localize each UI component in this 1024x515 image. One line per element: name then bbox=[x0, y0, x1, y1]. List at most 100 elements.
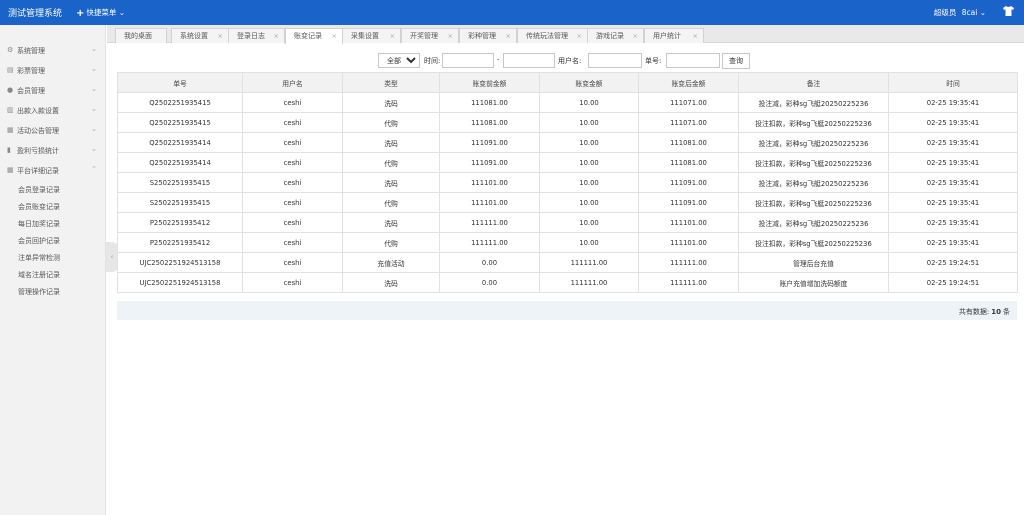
table-row: S2502251935415 ceshi 洗码 111101.00 10.00 … bbox=[117, 172, 1018, 193]
tab-collection-settings[interactable]: 采集设置 × bbox=[342, 28, 401, 43]
total-count-display: 共有数据: 10 条 bbox=[959, 307, 1010, 317]
sidebar-item-lottery[interactable]: ▤ 彩票管理 ⌄ bbox=[0, 60, 106, 80]
close-icon[interactable]: × bbox=[577, 29, 582, 43]
table-cell: S2502251935415 bbox=[117, 192, 243, 213]
table-row: P2502251935412 ceshi 洗码 111111.00 10.00 … bbox=[117, 212, 1018, 233]
sidebar-subitem-anomaly-check[interactable]: 注单异常检测 bbox=[18, 253, 60, 263]
table-cell: 洗码 bbox=[342, 272, 440, 293]
tab-login-log[interactable]: 登录日志 × bbox=[228, 28, 285, 43]
tab-user-stats[interactable]: 用户统计 × bbox=[644, 28, 704, 43]
table-cell: 充值活动 bbox=[342, 252, 440, 273]
tab-classic-play[interactable]: 传统玩法管理 × bbox=[517, 28, 588, 43]
chevron-down-icon: ⌄ bbox=[91, 105, 97, 113]
sidebar-subitem-protect-records[interactable]: 会员回护记录 bbox=[18, 236, 60, 246]
grid-icon: ▦ bbox=[7, 126, 14, 134]
total-count: 10 bbox=[991, 308, 1001, 316]
table-cell: 111111.00 bbox=[439, 212, 540, 233]
close-icon[interactable]: × bbox=[332, 29, 337, 43]
sidebar-item-label: 盈利亏损统计 bbox=[17, 147, 59, 155]
tab-game-records[interactable]: 游戏记录 × bbox=[587, 28, 644, 43]
user-name: 8cai bbox=[961, 8, 978, 17]
close-icon[interactable]: × bbox=[693, 29, 698, 43]
table-cell: 111091.00 bbox=[439, 152, 540, 173]
type-select[interactable]: 全部 bbox=[378, 53, 420, 68]
table-cell: 02-25 19:35:41 bbox=[888, 152, 1018, 173]
user-menu[interactable]: 超级员 8cai ⌄ bbox=[934, 7, 986, 18]
total-label: 共有数据: bbox=[958, 308, 990, 316]
close-icon[interactable]: × bbox=[633, 29, 638, 43]
tab-lottery-types[interactable]: 彩种管理 × bbox=[459, 28, 517, 43]
column-header: 单号 bbox=[117, 72, 243, 93]
table-cell: P2502251935412 bbox=[117, 232, 243, 253]
chevron-down-icon: ⌄ bbox=[91, 45, 97, 53]
table-row: UJC2502251924513158 ceshi 洗码 0.00 111111… bbox=[117, 272, 1018, 293]
table-cell: 10.00 bbox=[539, 132, 639, 153]
table-cell: ceshi bbox=[242, 272, 343, 293]
table-cell: Q2502251935414 bbox=[117, 132, 243, 153]
table-cell: 10.00 bbox=[539, 212, 639, 233]
table-cell: 投注减，彩种sg飞艇20250225236 bbox=[738, 92, 889, 113]
sidebar-item-payment[interactable]: ▥ 出款入款设置 ⌄ bbox=[0, 100, 106, 120]
column-header: 账变金额 bbox=[539, 72, 639, 93]
table-cell: 账户充值增加洗码额度 bbox=[738, 272, 889, 293]
tab-label: 采集设置 bbox=[351, 32, 379, 40]
end-time-input[interactable] bbox=[503, 53, 555, 68]
quick-menu-label: 快捷菜单 bbox=[86, 8, 117, 17]
sidebar-subitem-admin-logs[interactable]: 管理操作记录 bbox=[18, 287, 60, 297]
sidebar: ⚙ 系统管理 ⌄ ▤ 彩票管理 ⌄ ● 会员管理 ⌄ ▥ 出款入款设置 ⌄ ▦ … bbox=[0, 25, 106, 515]
search-button[interactable]: 查询 bbox=[722, 53, 750, 69]
table-cell: 10.00 bbox=[539, 172, 639, 193]
column-header: 类型 bbox=[342, 72, 440, 93]
table-footer: 共有数据: 10 条 bbox=[117, 301, 1017, 320]
tab-balance-records[interactable]: 账变记录 × bbox=[285, 28, 343, 44]
sidebar-subitem-login-records[interactable]: 会员登录记录 bbox=[18, 185, 60, 195]
column-header: 账变前金额 bbox=[439, 72, 540, 93]
table-cell: 111101.00 bbox=[439, 192, 540, 213]
tab-draw-management[interactable]: 开奖管理 × bbox=[401, 28, 459, 43]
table-cell: 投注减，彩种sg飞艇20250225236 bbox=[738, 132, 889, 153]
start-time-input[interactable] bbox=[442, 53, 494, 68]
table-cell: Q2502251935415 bbox=[117, 112, 243, 133]
quick-menu-button[interactable]: + 快捷菜单 ⌄ bbox=[76, 7, 125, 19]
sidebar-subitem-balance-records[interactable]: 会员账变记录 bbox=[18, 202, 60, 212]
table-cell: P2502251935412 bbox=[117, 212, 243, 233]
chevron-up-icon: ⌃ bbox=[91, 165, 97, 173]
username-input[interactable] bbox=[588, 53, 642, 68]
tab-label: 用户统计 bbox=[653, 32, 681, 40]
table-cell: Q2502251935415 bbox=[117, 92, 243, 113]
table-cell: ceshi bbox=[242, 112, 343, 133]
time-label: 时间: bbox=[424, 57, 441, 65]
close-icon[interactable]: × bbox=[390, 29, 395, 43]
close-icon[interactable]: × bbox=[448, 29, 453, 43]
table-row: P2502251935412 ceshi 代购 111111.00 10.00 … bbox=[117, 232, 1018, 253]
table-cell: 洗码 bbox=[342, 212, 440, 233]
sidebar-item-records[interactable]: ▦ 平台详细记录 ⌃ bbox=[0, 160, 106, 180]
table-cell: ceshi bbox=[242, 232, 343, 253]
tab-label: 系统设置 bbox=[180, 32, 208, 40]
sidebar-item-label: 出款入款设置 bbox=[17, 107, 59, 115]
table-cell: ceshi bbox=[242, 92, 343, 113]
table-cell: 111091.00 bbox=[638, 192, 739, 213]
close-icon[interactable]: × bbox=[274, 29, 279, 43]
table-row: UJC2502251924513158 ceshi 充值活动 0.00 1111… bbox=[117, 252, 1018, 273]
table-cell: S2502251935415 bbox=[117, 172, 243, 193]
table-cell: 洗码 bbox=[342, 172, 440, 193]
gear-icon: ⚙ bbox=[7, 46, 14, 54]
table-cell: 投注减，彩种sg飞艇20250225236 bbox=[738, 172, 889, 193]
table-cell: ceshi bbox=[242, 192, 343, 213]
sidebar-item-profit[interactable]: ▮ 盈利亏损统计 ⌄ bbox=[0, 140, 106, 160]
sidebar-subitem-bonus-records[interactable]: 每日加奖记录 bbox=[18, 219, 60, 229]
theme-icon[interactable] bbox=[1003, 6, 1014, 19]
tab-desktop[interactable]: 我的桌面 bbox=[115, 28, 167, 43]
sidebar-item-system[interactable]: ⚙ 系统管理 ⌄ bbox=[0, 40, 106, 60]
column-header: 时间 bbox=[888, 72, 1018, 93]
sidebar-item-activities[interactable]: ▦ 活动公告管理 ⌄ bbox=[0, 120, 106, 140]
close-icon[interactable]: × bbox=[218, 29, 223, 43]
order-number-input[interactable] bbox=[666, 53, 720, 68]
close-icon[interactable]: × bbox=[506, 29, 511, 43]
table-cell: 管理后台充值 bbox=[738, 252, 889, 273]
tab-system-settings[interactable]: 系统设置 × bbox=[171, 28, 229, 43]
sidebar-item-members[interactable]: ● 会员管理 ⌄ bbox=[0, 80, 106, 100]
sidebar-subitem-domain-records[interactable]: 域名注册记录 bbox=[18, 270, 60, 280]
table-cell: 代购 bbox=[342, 152, 440, 173]
